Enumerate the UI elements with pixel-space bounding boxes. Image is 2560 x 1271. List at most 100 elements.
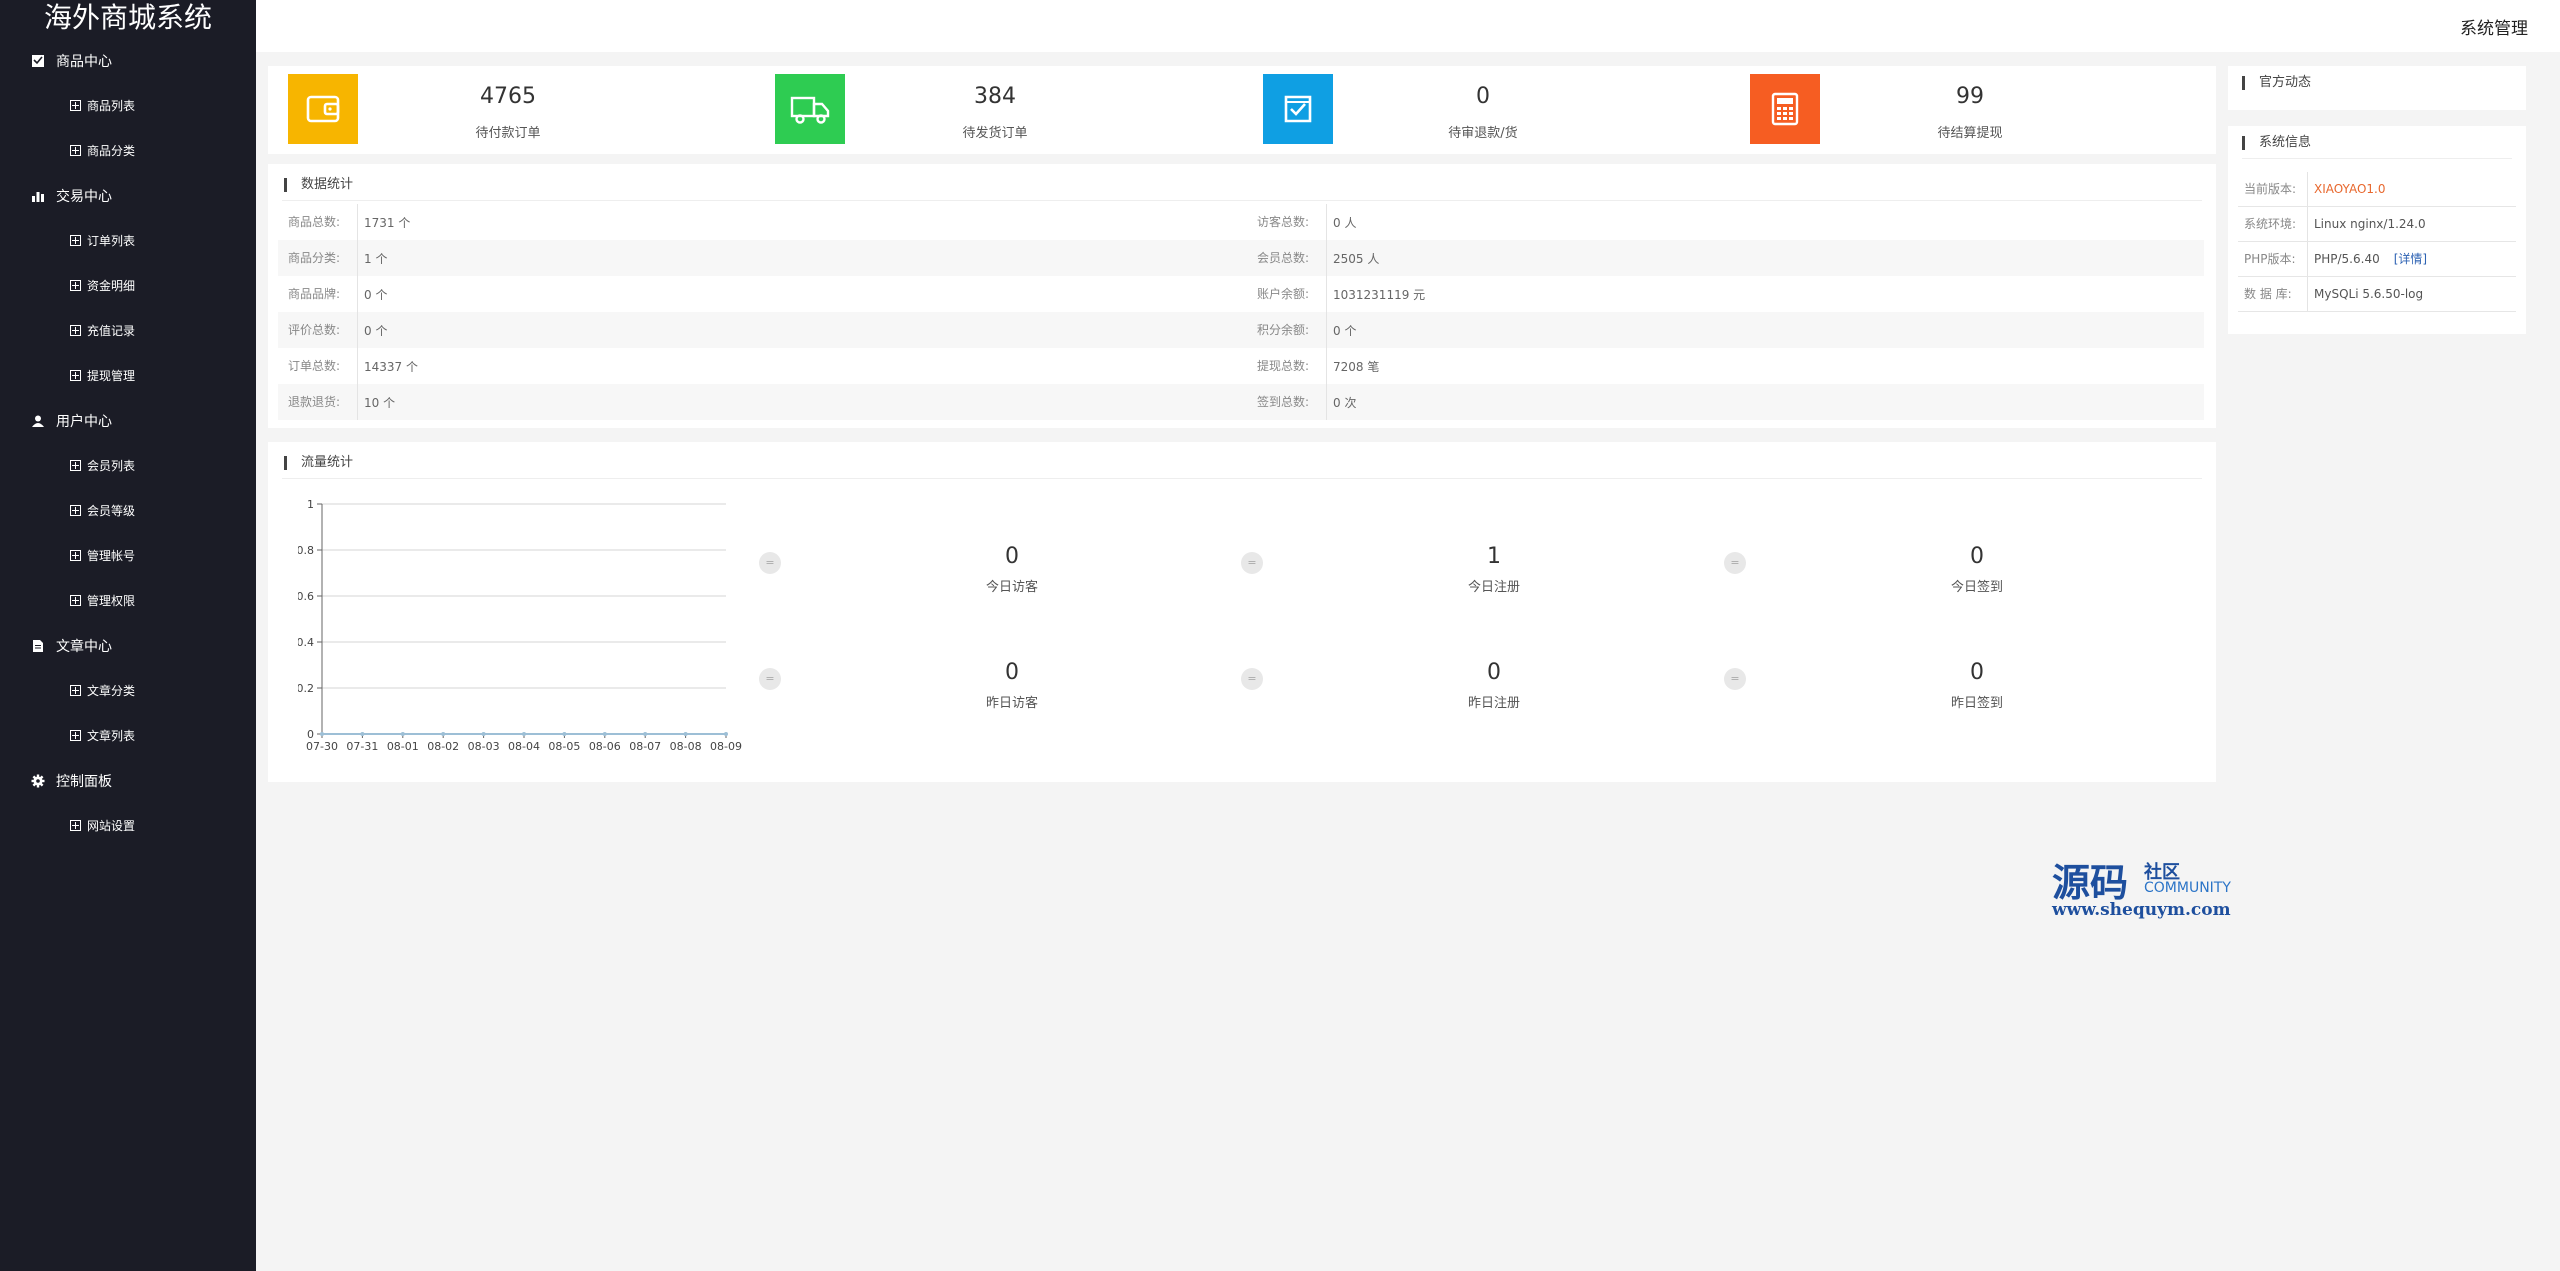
data-row: 商品分类: 1 个 会员总数: 2505 人 [278,240,2204,276]
info-value-text: MySQLi 5.6.50-log [2314,287,2424,301]
traffic-kpi: 0 今日签到 [1827,544,2127,604]
stat-card[interactable]: 99 待结算提现 [1740,74,2210,144]
details-link[interactable]: [详情] [2394,252,2427,266]
sidebar-nav-item[interactable]: 网站设置 [0,803,256,848]
kpi-label: 今日访客 [985,580,1038,595]
plus-square-icon [70,280,81,291]
data-point [643,732,648,736]
calculator-icon [1750,74,1820,144]
data-point [683,732,688,736]
nav-group: 商品中心商品列表商品分类 [0,38,256,173]
data-row: 订单总数: 14337 个 提现总数: 7208 笔 [278,348,2204,384]
data-cell: 签到总数: 0 次 [1247,384,2204,420]
data-key: 商品总数: [278,204,358,240]
sidebar-nav-item[interactable]: 订单列表 [0,218,256,263]
data-point [481,732,486,736]
kpi-label: 昨日签到 [1950,696,2003,711]
sidebar-nav-item[interactable]: 文章列表 [0,713,256,758]
info-value: XIAOYAO1.0 [2308,172,2385,206]
info-value: MySQLi 5.6.50-log [2308,277,2423,311]
data-key: 评价总数: [278,312,358,348]
stat-label: 待发货订单 [962,126,1028,141]
data-cell: 提现总数: 7208 笔 [1247,348,2204,384]
data-value: 1031231119 元 [1333,287,1426,302]
stat-value: 99 [1956,84,1984,109]
sidebar-nav-item[interactable]: 商品分类 [0,128,256,173]
nav-group: 交易中心订单列表资金明细充值记录提现管理 [0,173,256,398]
kpi-label: 今日注册 [1467,580,1520,595]
y-tick-label: 0.4 [298,636,314,649]
data-cell: 商品分类: 1 个 [278,240,1247,276]
x-tick-label: 08-09 [710,740,742,753]
nav-group-header[interactable]: 交易中心 [0,173,256,218]
nav-item-label: 充值记录 [87,324,136,338]
nav-group-header[interactable]: 文章中心 [0,623,256,668]
stat-value: 4765 [480,84,536,109]
sidebar-nav-item[interactable]: 提现管理 [0,353,256,398]
stat-card[interactable]: 0 待审退款/货 [1253,74,1723,144]
nav-item-label: 商品列表 [87,99,136,113]
data-point [400,732,405,736]
sidebar-nav-item[interactable]: 会员列表 [0,443,256,488]
equal-icon: = [759,552,781,574]
info-value-text: XIAOYAO1.0 [2314,182,2386,196]
plus-square-icon [70,730,81,741]
data-value: 0 个 [364,323,388,338]
y-tick-label: 0.2 [298,682,314,695]
watermark-logo: 源码 社区 COMMUNITY www.shequym.com [2052,852,2252,922]
gear-icon [30,773,46,789]
equal-icon: = [1241,552,1263,574]
nav-group-header[interactable]: 商品中心 [0,38,256,83]
data-cell: 访客总数: 0 人 [1247,204,2204,240]
stat-value: 384 [974,84,1016,109]
nav-group-header[interactable]: 用户中心 [0,398,256,443]
data-row: 评价总数: 0 个 积分余额: 0 个 [278,312,2204,348]
watermark-url: www.shequym.com [2052,900,2231,920]
kpi-value: 0 [1005,544,1019,569]
truck-icon [775,74,845,144]
sidebar-nav-item[interactable]: 管理权限 [0,578,256,623]
data-point [441,732,446,736]
data-key: 会员总数: [1247,240,1327,276]
system-info-row: 当前版本: XIAOYAO1.0 [2238,172,2516,207]
sidebar-nav-item[interactable]: 管理帐号 [0,533,256,578]
product-icon [30,53,46,69]
sidebar-nav: 商品中心商品列表商品分类 交易中心订单列表资金明细充值记录提现管理 用户中心会员列表… [0,38,256,848]
data-cell: 订单总数: 14337 个 [278,348,1247,384]
data-cell: 商品品牌: 0 个 [278,276,1247,312]
data-value: 7208 笔 [1333,359,1380,374]
kpi-value: 0 [1005,660,1019,685]
data-value: 0 人 [1333,215,1357,230]
data-cell: 积分余额: 0 个 [1247,312,2204,348]
info-value-text: PHP/5.6.40 [2314,252,2380,266]
data-key: 退款退货: [278,384,358,420]
sidebar-nav-item[interactable]: 会员等级 [0,488,256,533]
plus-square-icon [70,370,81,381]
system-info-row: 系统环境: Linux nginx/1.24.0 [2238,207,2516,242]
equal-icon: = [1241,668,1263,690]
y-tick-label: 0.6 [298,590,314,603]
nav-item-label: 订单列表 [87,234,136,248]
kpi-value: 0 [1970,660,1984,685]
traffic-kpi: 1 今日注册 [1344,544,1644,604]
data-key: 商品分类: [278,240,358,276]
nav-item-label: 会员列表 [87,459,136,473]
sidebar-nav-item[interactable]: 文章分类 [0,668,256,713]
stat-card[interactable]: 384 待发货订单 [765,74,1235,144]
stat-card[interactable]: 4765 待付款订单 [278,74,748,144]
system-admin-menu[interactable]: 系统管理 [2460,14,2528,39]
nav-group-header[interactable]: 控制面板 [0,758,256,803]
watermark-big: 源码 [2052,860,2129,905]
nav-group: 控制面板 网站设置 [0,758,256,848]
kpi-value: 1 [1487,544,1501,569]
top-bar: 系统管理 [256,0,2560,52]
news-panel: 官方动态 [2228,66,2526,110]
sidebar-nav-item[interactable]: 商品列表 [0,83,256,128]
sidebar-nav-item[interactable]: 资金明细 [0,263,256,308]
plus-square-icon [70,100,81,111]
x-tick-label: 07-31 [346,740,378,753]
data-point [724,732,728,736]
bar-chart-icon [30,188,46,204]
sidebar-nav-item[interactable]: 充值记录 [0,308,256,353]
stat-label: 待审退款/货 [1448,126,1518,141]
